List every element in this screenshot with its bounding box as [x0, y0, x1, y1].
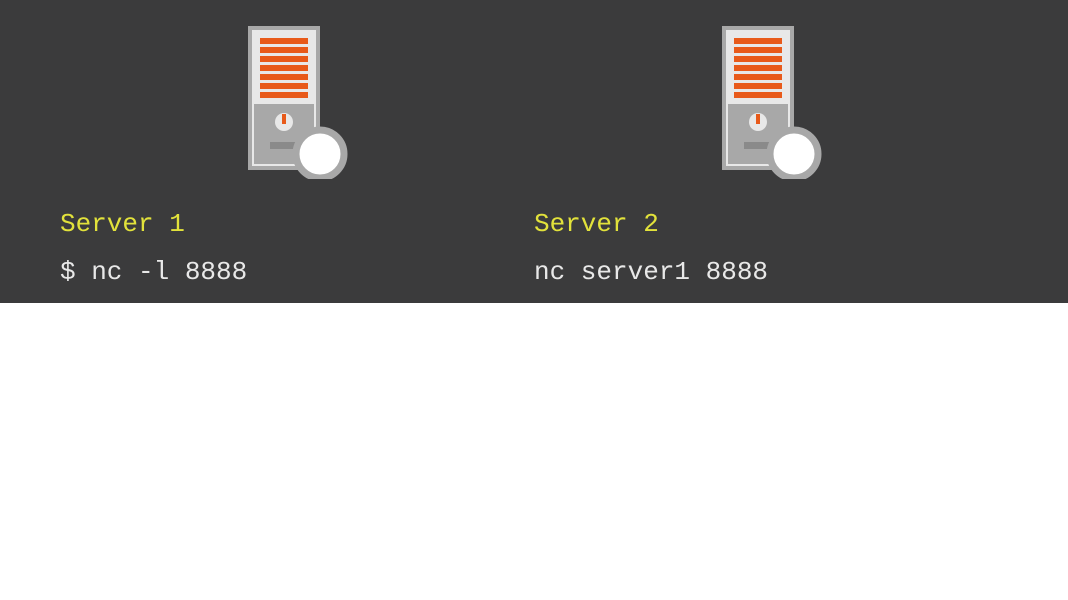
server-1-title: Server 1	[60, 209, 534, 239]
server-2-command: nc server1 8888	[534, 257, 1008, 287]
server-icon-wrap-1	[60, 24, 534, 179]
server-1-command: $ nc -l 8888	[60, 257, 534, 287]
diagram-panel: Server 1 $ nc -l 8888 Server 2 nc server	[0, 0, 1068, 303]
server-block-2: Server 2 nc server1 8888	[534, 24, 1008, 279]
server-icon-wrap-2	[534, 24, 1008, 179]
server-tower-icon	[716, 24, 826, 179]
server-2-title: Server 2	[534, 209, 1008, 239]
server-tower-icon	[242, 24, 352, 179]
server-block-1: Server 1 $ nc -l 8888	[60, 24, 534, 279]
